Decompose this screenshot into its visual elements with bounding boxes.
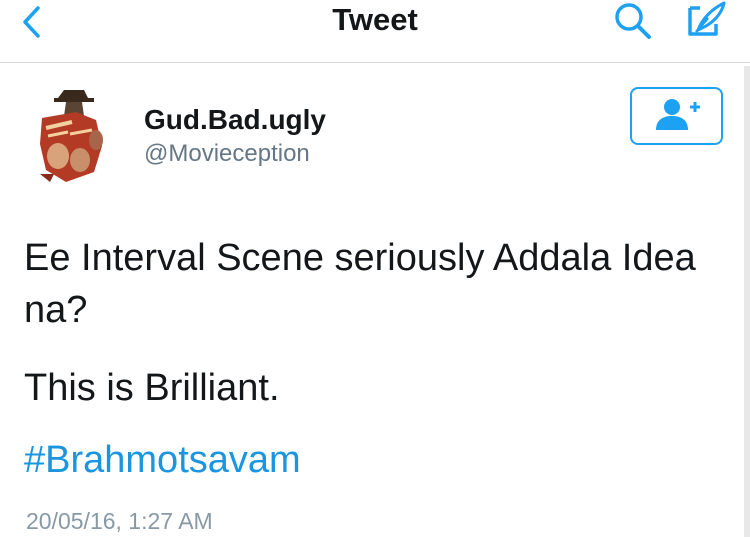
compose-button[interactable] — [682, 0, 730, 40]
hashtag-link[interactable]: #Brahmotsavam — [24, 434, 301, 486]
search-button[interactable] — [609, 0, 657, 42]
tweet-text: Ee Interval Scene seriously Addala Idea … — [24, 237, 696, 331]
compose-icon — [688, 1, 726, 36]
user-handle[interactable]: @Movieception — [144, 139, 310, 169]
movie-poster-avatar-icon — [40, 90, 103, 182]
avatar[interactable] — [36, 86, 114, 186]
follow-button[interactable] — [630, 87, 723, 145]
search-icon — [615, 3, 651, 39]
scrollbar[interactable] — [744, 66, 750, 537]
nav-bar: Tweet — [0, 0, 750, 63]
display-name[interactable]: Gud.Bad.ugly — [144, 103, 326, 137]
tweet-timestamp: 20/05/16, 1:27 AM — [26, 508, 213, 534]
add-user-icon — [655, 99, 700, 130]
tweet-text-second-line: This is Brilliant. — [24, 367, 280, 409]
